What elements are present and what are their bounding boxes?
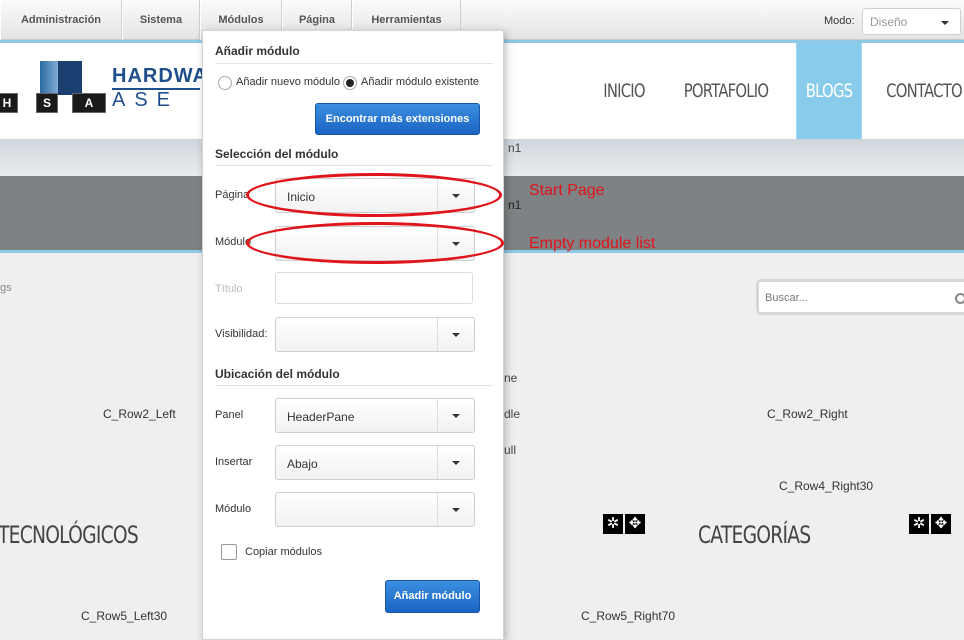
add-module-button[interactable]: Añadir módulo [385,580,480,613]
copy-modules-checkbox[interactable] [221,544,237,560]
page-label: Página [215,189,250,201]
pane-peek-dle: dle [504,407,521,421]
banner-peek-text-2: n1 [508,198,522,212]
select-divider [437,493,438,526]
nav-contacto[interactable]: CONTACTO [883,43,964,139]
annotation-empty-list: Empty module list [529,235,656,252]
pane-select[interactable]: HeaderPane [275,398,475,433]
nav-portafolio[interactable]: PORTAFOLIO [678,43,773,139]
title-label: Título [215,283,243,295]
pane-select-value: HeaderPane [287,410,355,424]
breadcrumb[interactable]: gs [0,282,12,294]
pane-label: Panel [215,409,244,421]
move-icon[interactable]: ✥ [625,514,645,534]
move-icon[interactable]: ✥ [931,514,951,534]
annotation-start-page: Start Page [529,182,605,199]
copy-modules-label[interactable]: Copiar módulos [245,546,322,558]
location-title: Ubicación del módulo [215,367,340,381]
insert-select-value: Abajo [287,457,318,471]
insert-select[interactable]: Abajo [275,445,475,480]
logo-stripe-dark [58,61,82,95]
search-box[interactable]: Buscar... [756,279,964,315]
pane-row4-right30: C_Row4_Right30 [779,479,874,493]
radio-add-new[interactable] [218,76,232,90]
search-placeholder: Buscar... [765,292,808,304]
radio-add-existing[interactable] [343,76,357,90]
pane-peek-ne: ne [504,371,518,385]
logo-pad-h: H [0,93,18,113]
module-position-label: Módulo [215,503,252,515]
radio-add-existing-label[interactable]: Añadir módulo existente [361,76,479,88]
module-position-select[interactable] [275,492,475,527]
pane-row2-right: C_Row2_Right [767,407,848,421]
insert-label: Insertar [215,456,253,468]
select-divider [437,318,438,351]
visibility-label: Visibilidad: [215,328,268,340]
select-divider [437,446,438,479]
mode-value: Diseño [870,15,908,29]
chevron-down-icon [452,414,460,418]
annotation-ellipse-page [246,173,502,217]
gear-icon[interactable]: ✲ [909,514,929,534]
module-tools-right: ✲ ✥ [909,514,951,534]
section-divider [215,385,493,386]
nav-blogs[interactable]: BLOGS [796,43,862,139]
logo-text-top: HARDWA [112,65,208,87]
pane-peek-ull: ull [504,443,517,457]
selection-title: Selección del módulo [215,147,339,161]
search-icon[interactable] [955,293,964,304]
nav-inicio[interactable]: INICIO [592,43,656,139]
menu-sistema[interactable]: Sistema [122,0,200,40]
chevron-down-icon [941,21,949,25]
pane-row5-right70: C_Row5_Right70 [581,609,676,623]
title-input[interactable] [275,272,473,304]
menu-administracion[interactable]: Administración [0,0,122,40]
logo-pad-s: S [36,93,58,113]
main-nav: INICIO PORTAFOLIO BLOGS CONTACTO [583,43,964,139]
banner-peek-text: n1 [508,141,522,155]
gear-icon[interactable]: ✲ [603,514,623,534]
mode-select[interactable]: Diseño [862,8,961,35]
section-divider [215,165,493,166]
heading-categorias: CATEGORÍAS [698,521,811,549]
section-divider [215,63,493,64]
panel-title: Añadir módulo [215,44,300,58]
heading-tecnologicos: TECNOLÓGICOS [0,521,139,549]
pane-row5-left30: C_Row5_Left30 [81,609,168,623]
pane-row2-left: C_Row2_Left [103,407,176,421]
mode-label: Modo: [824,15,855,27]
annotation-ellipse-module [246,222,504,264]
add-module-panel: Añadir módulo Añadir nuevo módulo Añadir… [202,30,504,640]
logo-text-bottom: ASE [112,89,180,111]
logo-pad-a: A [72,93,106,113]
chevron-down-icon [452,333,460,337]
chevron-down-icon [452,508,460,512]
select-divider [437,399,438,432]
find-extensions-button[interactable]: Encontrar más extensiones [315,103,480,135]
chevron-down-icon [452,461,460,465]
radio-add-new-label[interactable]: Añadir nuevo módulo [236,76,340,88]
visibility-select[interactable] [275,317,475,352]
module-tools-center: ✲ ✥ [603,514,645,534]
site-logo[interactable]: H S A HARDWA ASE [0,59,207,119]
